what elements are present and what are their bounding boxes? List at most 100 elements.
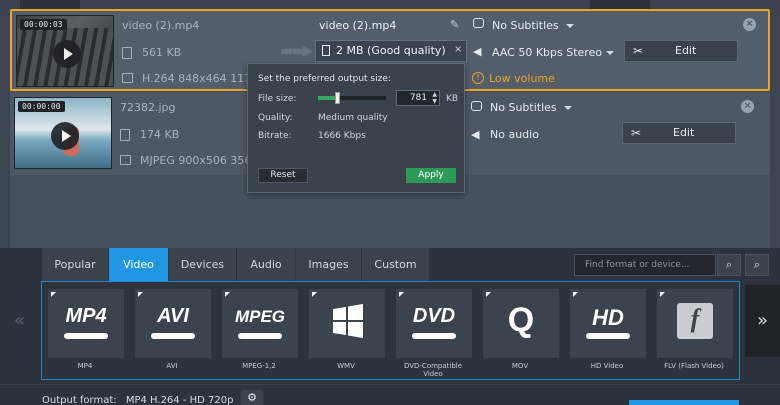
slider-handle[interactable] bbox=[335, 92, 341, 104]
gear-icon[interactable]: ⚙ bbox=[241, 390, 263, 405]
scissors-icon: ✂ bbox=[631, 126, 642, 140]
tab-video[interactable]: Video bbox=[109, 248, 169, 281]
next-page-button[interactable]: » bbox=[745, 285, 780, 357]
format-wmv[interactable] bbox=[309, 289, 385, 358]
edit-button-label: Edit bbox=[675, 44, 697, 57]
output-format-value[interactable]: MP4 H.264 - HD 720p bbox=[126, 395, 234, 405]
logo-underbar bbox=[412, 333, 456, 339]
corner-marker bbox=[51, 292, 56, 297]
close-icon[interactable]: × bbox=[743, 18, 756, 31]
format-label-mov: MOV bbox=[511, 362, 529, 370]
format-label-mpeg: MPEG-1,2 bbox=[242, 362, 276, 370]
thumbnail-2[interactable]: 00:00:00 bbox=[14, 97, 112, 169]
corner-marker bbox=[399, 292, 404, 297]
flash-logo-letter: f bbox=[690, 304, 700, 333]
warning-text: Low volume bbox=[489, 72, 555, 85]
device-search-icon[interactable]: ⌕ bbox=[745, 254, 769, 276]
play-icon[interactable] bbox=[53, 40, 81, 68]
file-size: 561 KB bbox=[142, 46, 182, 59]
file-icon bbox=[120, 129, 130, 141]
play-icon[interactable] bbox=[51, 122, 79, 150]
file-icon bbox=[322, 45, 330, 56]
file-size-unit: KB bbox=[446, 94, 459, 104]
thumbnail-1[interactable]: 00:00:03 bbox=[16, 15, 114, 87]
corner-marker bbox=[660, 292, 665, 297]
file-size-label: File size: bbox=[258, 94, 297, 104]
audio-select[interactable]: AAC 50 Kbps Stereo bbox=[492, 46, 602, 59]
file-size-value: 781 bbox=[409, 93, 427, 103]
file-icon bbox=[122, 47, 132, 59]
format-label-hd: HD Video bbox=[590, 362, 624, 370]
quicktime-logo: Q bbox=[507, 301, 535, 339]
output-size-value: 2 MB (Good quality) bbox=[336, 44, 446, 57]
format-mp4[interactable]: MP4 bbox=[48, 289, 124, 358]
quality-value: Medium quality bbox=[318, 113, 388, 123]
tab-audio[interactable]: Audio bbox=[237, 248, 296, 281]
format-avi[interactable]: AVI bbox=[135, 289, 211, 358]
arrow-icon: ▬▬▶ bbox=[280, 43, 313, 59]
reset-button[interactable]: Reset bbox=[258, 168, 308, 183]
format-dvd[interactable]: DVD bbox=[396, 289, 472, 358]
format-hd[interactable]: HD bbox=[570, 289, 646, 358]
bitrate-label: Bitrate: bbox=[258, 131, 292, 141]
corner-marker bbox=[312, 292, 317, 297]
apply-button[interactable]: Apply bbox=[406, 168, 456, 183]
edit-button[interactable]: ✂ Edit bbox=[624, 40, 738, 62]
scissors-icon: ✂ bbox=[633, 44, 644, 58]
format-label-flv: FLV (Flash Video) bbox=[664, 362, 724, 370]
chevron-down-icon[interactable] bbox=[606, 51, 614, 55]
close-icon[interactable]: × bbox=[741, 100, 754, 113]
file-size-stepper[interactable]: 781 ▲ ▼ bbox=[396, 90, 440, 106]
chevron-down-icon[interactable] bbox=[564, 106, 572, 110]
popup-title: Set the preferred output size: bbox=[258, 74, 391, 84]
audio-select[interactable]: No audio bbox=[490, 128, 539, 141]
convert-button[interactable] bbox=[629, 400, 739, 405]
tab-popular[interactable]: Popular bbox=[42, 248, 109, 281]
file-meta: MJPEG 900x506 3563 bbox=[140, 154, 259, 167]
format-label-mp4: MP4 bbox=[77, 362, 93, 370]
tab-devices[interactable]: Devices bbox=[169, 248, 237, 281]
logo-underbar bbox=[238, 333, 282, 339]
prev-page-button[interactable]: « bbox=[7, 285, 32, 357]
file-size: 174 KB bbox=[140, 128, 180, 141]
format-mov[interactable]: Q bbox=[483, 289, 559, 358]
timecode: 00:00:03 bbox=[20, 19, 67, 30]
file-meta: H.264 848x464 1175 bbox=[142, 72, 259, 85]
spin-arrows-icon[interactable]: ▲ ▼ bbox=[432, 91, 437, 105]
avi-logo: AVI bbox=[157, 305, 189, 327]
windows-logo-icon bbox=[333, 304, 363, 338]
search-input[interactable]: Find format or device... bbox=[574, 254, 716, 276]
subtitle-select[interactable]: No Subtitles bbox=[490, 101, 557, 114]
format-flv[interactable]: f bbox=[657, 289, 733, 358]
mp4-logo: MP4 bbox=[65, 305, 107, 327]
pencil-icon[interactable]: ✎ bbox=[450, 18, 459, 31]
timecode: 00:00:00 bbox=[18, 101, 65, 112]
tab-images[interactable]: Images bbox=[296, 248, 362, 281]
list-right-gutter bbox=[770, 10, 780, 248]
close-icon[interactable]: × bbox=[454, 44, 462, 55]
list-left-gutter bbox=[0, 10, 10, 248]
chevron-down-icon[interactable] bbox=[566, 24, 574, 28]
corner-marker bbox=[573, 292, 578, 297]
file-size-slider[interactable] bbox=[318, 92, 386, 104]
mpeg-logo: MPEG bbox=[234, 307, 286, 326]
speaker-icon: ◀ bbox=[471, 128, 480, 141]
output-file-name[interactable]: video (2).mp4 bbox=[319, 19, 396, 32]
logo-underbar bbox=[586, 333, 630, 339]
format-mpeg[interactable]: MPEG bbox=[222, 289, 298, 358]
subtitle-select[interactable]: No Subtitles bbox=[492, 19, 559, 32]
hd-logo: HD bbox=[592, 305, 624, 330]
search-icon[interactable]: ⌕ bbox=[717, 254, 741, 276]
format-label-dvd: DVD-Compatible Video bbox=[403, 362, 463, 378]
edit-button[interactable]: ✂ Edit bbox=[622, 122, 736, 144]
format-label-avi: AVI bbox=[166, 362, 178, 370]
edit-button-label: Edit bbox=[673, 126, 695, 139]
speaker-icon: ◀ bbox=[473, 45, 482, 58]
speech-bubble-icon bbox=[473, 18, 484, 28]
file-name: video (2).mp4 bbox=[122, 19, 200, 32]
tab-custom[interactable]: Custom bbox=[362, 248, 430, 281]
speech-bubble-icon bbox=[471, 101, 482, 111]
film-icon bbox=[122, 73, 133, 83]
output-size-dropdown[interactable]: 2 MB (Good quality) bbox=[315, 40, 467, 62]
output-format-label: Output format: MP4 H.264 - HD 720p bbox=[42, 395, 233, 405]
